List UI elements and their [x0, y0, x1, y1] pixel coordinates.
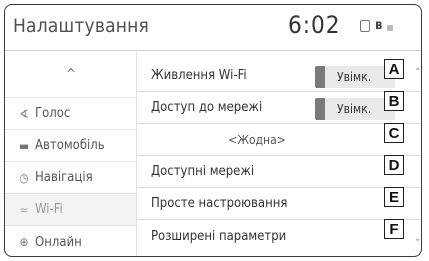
sidebar-item-vehicle[interactable]: ▬ Автомобіль	[5, 130, 137, 162]
callout-f: F	[384, 219, 404, 239]
advanced-settings-row[interactable]: Розширені параметри	[137, 220, 421, 252]
sidebar-item-online[interactable]: ⊕ Онлайн	[5, 226, 137, 256]
callout-a: A	[384, 59, 404, 79]
car-icon: ▬	[18, 138, 30, 153]
scroll-indicator-top: ⌃	[414, 67, 422, 78]
callout-b: B	[384, 91, 404, 111]
navigation-icon: ◷	[19, 170, 29, 185]
header-bar: Налаштування 6:02 ʙ	[5, 5, 421, 51]
sidebar-item-wifi[interactable]: ≈ Wi-Fi	[5, 194, 137, 226]
sidebar-item-label: Автомобіль	[35, 138, 105, 153]
callout-e: E	[384, 187, 404, 207]
wifi-power-toggle[interactable]: Увімк.	[315, 66, 395, 88]
wifi-power-row[interactable]: Живлення Wi-Fi Увімк.	[137, 60, 421, 92]
toggle-indicator	[315, 98, 325, 120]
easy-setup-row[interactable]: Просте настроювання	[137, 188, 421, 220]
toggle-value: Увімк.	[337, 70, 372, 84]
sidebar-item-label: Навігація	[35, 170, 93, 185]
sidebar-item-navigation[interactable]: ◷ Навігація	[5, 162, 137, 194]
connected-network-value: <Жодна>	[228, 132, 286, 147]
sidebar: ^ ∢ Голос ▬ Автомобіль ◷ Навігація ≈ Wi-…	[5, 52, 137, 256]
sidebar-item-label: Wi-Fi	[35, 202, 63, 217]
row-label: Розширені параметри	[151, 228, 287, 244]
row-label: Доступ до мережі	[151, 100, 263, 115]
row-label: Просте настроювання	[151, 196, 288, 211]
page-title: Налаштування	[13, 15, 150, 37]
callout-c: C	[384, 123, 404, 143]
phone-icon	[360, 20, 370, 32]
signal-icon	[387, 25, 394, 31]
sidebar-item-label: Онлайн	[35, 234, 82, 250]
chevron-up-icon: ^	[66, 67, 76, 82]
clock: 6:02	[288, 11, 341, 39]
sidebar-item-label: Голос	[35, 106, 71, 121]
scroll-indicator-bottom: ⌄	[414, 233, 422, 244]
sidebar-up-button[interactable]: ^	[5, 52, 137, 98]
toggle-value: Увімк.	[337, 102, 372, 116]
settings-list: Живлення Wi-Fi Увімк. Доступ до мережі У…	[137, 52, 421, 256]
row-label: Живлення Wi-Fi	[151, 68, 247, 83]
connected-network-row[interactable]: <Жодна>	[137, 124, 421, 156]
globe-icon: ⊕	[19, 235, 29, 249]
voice-icon: ∢	[19, 106, 29, 121]
available-networks-row[interactable]: Доступні мережі	[137, 156, 421, 188]
network-access-row[interactable]: Доступ до мережі Увімк.	[137, 92, 421, 124]
callout-d: D	[384, 155, 404, 175]
bluetooth-icon: ʙ	[375, 18, 383, 33]
row-label: Доступні мережі	[151, 164, 255, 179]
toggle-indicator	[315, 66, 325, 88]
wifi-icon: ≈	[19, 202, 29, 217]
settings-screen: Налаштування 6:02 ʙ ^ ∢ Голос ▬ Автомобі…	[4, 4, 422, 257]
network-access-toggle[interactable]: Увімк.	[315, 98, 395, 120]
status-icons: ʙ	[360, 18, 394, 33]
sidebar-item-voice[interactable]: ∢ Голос	[5, 98, 137, 130]
